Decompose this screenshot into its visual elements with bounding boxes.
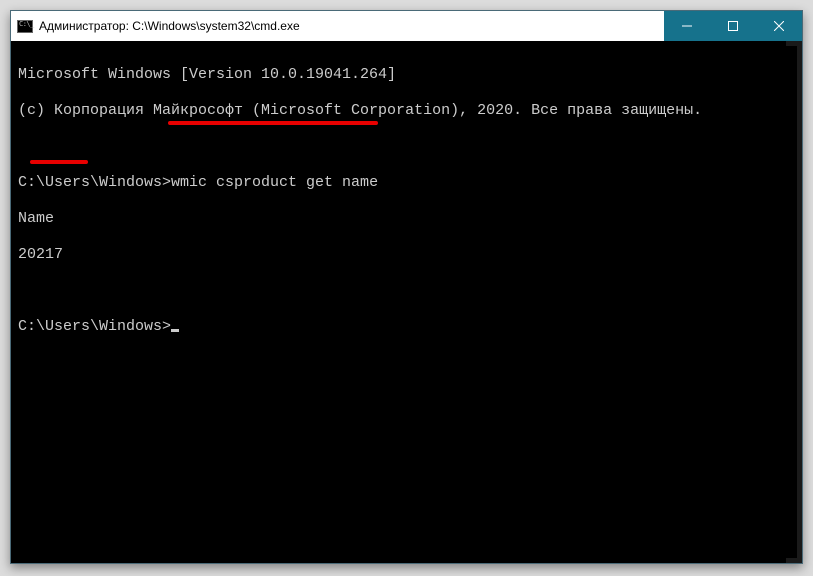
blank-line [18, 138, 795, 156]
blank-line [18, 282, 795, 300]
prompt-line-2: C:\Users\Windows> [18, 318, 795, 336]
maximize-button[interactable] [710, 11, 756, 41]
desktop-background: Администратор: C:\Windows\system32\cmd.e… [0, 0, 813, 576]
result-header: Name [18, 210, 795, 228]
maximize-icon [728, 21, 738, 31]
text-cursor [171, 329, 179, 332]
annotation-underline-command [168, 121, 378, 125]
cmd-window: Администратор: C:\Windows\system32\cmd.e… [10, 10, 803, 564]
minimize-icon [682, 21, 692, 31]
titlebar[interactable]: Администратор: C:\Windows\system32\cmd.e… [11, 11, 802, 41]
window-title: Администратор: C:\Windows\system32\cmd.e… [39, 19, 300, 33]
result-value: 20217 [18, 246, 795, 264]
prompt-prefix: C:\Users\Windows> [18, 174, 171, 191]
close-button[interactable] [756, 11, 802, 41]
copyright-line: (c) Корпорация Майкрософт (Microsoft Cor… [18, 102, 795, 120]
close-icon [774, 21, 784, 31]
prompt-line-1: C:\Users\Windows>wmic csproduct get name [18, 174, 795, 192]
annotation-underline-value [30, 160, 88, 164]
prompt-prefix: C:\Users\Windows> [18, 318, 171, 335]
version-line: Microsoft Windows [Version 10.0.19041.26… [18, 66, 795, 84]
console-output[interactable]: Microsoft Windows [Version 10.0.19041.26… [16, 46, 797, 558]
minimize-button[interactable] [664, 11, 710, 41]
command-text: wmic csproduct get name [171, 174, 378, 191]
window-controls [664, 11, 802, 41]
cmd-icon [17, 20, 33, 33]
